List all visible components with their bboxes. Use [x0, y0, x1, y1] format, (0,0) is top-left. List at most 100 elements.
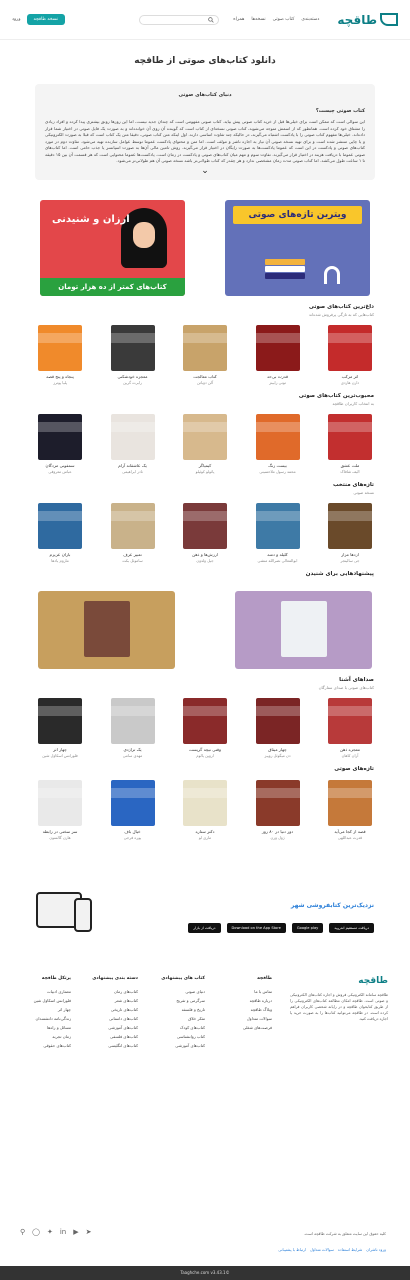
cheap-books-banner[interactable]: ارزان و شنیدنی کتاب‌های کمتر از ده هزار … — [40, 199, 185, 296]
book-card[interactable]: یک عاشقانه آرام نادر ابراهیمی — [109, 413, 157, 474]
footer-link[interactable]: کتاب‌های حقوقی — [22, 1043, 71, 1048]
footer-logo[interactable]: طاقچه — [290, 976, 388, 986]
footer-link[interactable]: وبلاگ طاقچه — [223, 1007, 272, 1012]
book-author: رابرت گرین — [123, 379, 142, 385]
store-button-bazaar[interactable]: دریافت از بازار — [188, 922, 221, 933]
login-link[interactable]: ورود — [12, 17, 21, 22]
book-card[interactable]: چهار اثر فلورانس اسکاول شین — [36, 697, 84, 758]
site-logo[interactable]: طاقچه — [337, 13, 398, 27]
chevron-down-icon[interactable]: ⌄ — [45, 165, 365, 176]
footer-link[interactable]: چهار اثر — [22, 1007, 71, 1012]
youtube-icon[interactable]: ▶ — [73, 1228, 78, 1236]
book-card[interactable]: قصه از کجا می‌آید قدرت عبداللهی — [326, 779, 374, 840]
book-card[interactable]: پنجاه و پنج قصه پلیا پوترز — [36, 324, 84, 385]
footer-link[interactable]: کتاب‌های تاریخی — [89, 1007, 138, 1012]
book-card[interactable]: کیمیاگر پائولو کوئیلو — [181, 413, 229, 474]
book-card[interactable]: ملت عشق الیف شافاک — [326, 413, 374, 474]
nav-item-versions[interactable]: نسخه‌ها — [251, 17, 265, 22]
footer-link[interactable]: سوالات متداول — [310, 1247, 334, 1252]
book-card[interactable]: وقتی نیچه گریست اروین یالوم — [181, 697, 229, 758]
book-card[interactable]: یک تراژدی مهدی سامی — [109, 697, 157, 758]
footer-link[interactable]: فرصت‌های شغلی — [223, 1025, 272, 1030]
footer-link[interactable]: ورود ناشران — [366, 1247, 386, 1252]
footer-link[interactable]: ارتباط با پشتیبانی — [278, 1247, 306, 1252]
cover-decoration — [328, 421, 372, 432]
footer-link[interactable]: کتاب‌های فلسفی — [89, 1034, 138, 1039]
book-card[interactable]: بیست زنگ محمد رسول ملاحسینی — [254, 413, 302, 474]
footer-link[interactable]: سوالات متداول — [223, 1016, 272, 1021]
store-button-appstore[interactable]: Download on the App Store — [226, 922, 286, 933]
footer-link[interactable]: درباره طاقچه — [223, 998, 272, 1003]
book-card[interactable]: خیال باف پوره فرجی — [109, 779, 157, 840]
cover-decoration — [328, 332, 372, 343]
cover-decoration — [255, 787, 300, 798]
book-author: پوره فرجی — [123, 834, 142, 840]
suggestion-card[interactable] — [38, 590, 175, 669]
nav-item-audiobooks[interactable]: کتاب صوتی — [273, 17, 295, 22]
instagram-icon[interactable]: ◯ — [32, 1228, 40, 1236]
linkedin-icon[interactable]: in — [60, 1228, 66, 1236]
footer-link[interactable]: کتاب‌های رمان — [89, 989, 138, 994]
nav-item-categories[interactable]: دسته‌بندی — [301, 17, 319, 22]
footer-link[interactable]: کتاب‌های شعر — [89, 998, 138, 1003]
book-card[interactable]: دور دنیا در ۸۰ روز ژول ورن — [254, 779, 302, 840]
page-root: طاقچه دسته‌بندی کتاب صوتی نسخه‌ها همراه … — [0, 0, 410, 1280]
book-card[interactable]: معجزه خودشکنی رابرت گرین — [109, 324, 157, 385]
book-card[interactable]: باران عزیزم ماروم یادها — [36, 502, 84, 563]
section-title[interactable]: محبوب‌ترین کتاب‌های صوتی — [36, 393, 374, 399]
book-author: پائولو کوئیلو — [195, 468, 215, 474]
book-cover — [110, 779, 155, 826]
footer-link[interactable]: تماس با ما — [223, 989, 272, 994]
footer-link[interactable]: کتاب‌های انگلیسی — [89, 1043, 138, 1048]
footer-link[interactable]: سرگرمی و تفریح — [156, 998, 205, 1003]
footer-link[interactable]: دنیای صوتی — [156, 989, 205, 994]
book-card[interactable]: ارزش‌ها و ذهن جیل ولدون — [181, 502, 229, 563]
book-title: باران عزیزم — [49, 551, 71, 557]
new-audio-banner[interactable]: ویترین تازه‌های صوتی — [225, 199, 370, 296]
book-author: ساموئل بکت — [122, 557, 143, 563]
twitter-icon[interactable]: ✦ — [47, 1228, 53, 1236]
footer-link[interactable]: شرایط استفاده — [338, 1247, 362, 1252]
get-app-button[interactable]: نسخه طاقچه — [26, 14, 65, 25]
nav-item-companion[interactable]: همراه — [233, 17, 244, 22]
book-card[interactable]: قدرت بی‌حد تونی رابینز — [254, 324, 302, 385]
footer-link[interactable]: کتاب‌های آموزشی — [156, 1043, 205, 1048]
footer-link[interactable]: کتاب‌های آموزشی — [89, 1025, 138, 1030]
book-card[interactable]: معجزه ذهن آران کاهان — [326, 697, 374, 758]
app-download: نزدیک‌ترین کتابفروشی شهر دریافت مستقیم ا… — [36, 884, 374, 940]
footer-link[interactable]: فلورانس اسکاول شین — [22, 998, 71, 1003]
book-card[interactable]: دکتر ستاره ماری لو — [181, 779, 229, 840]
intro-body: این سوالی است که ممکن است برای خیلی‌ها ق… — [45, 119, 366, 163]
book-card[interactable]: کلیله و دمنه ابوالمعالی نصرالله منشی — [254, 502, 302, 563]
store-button-direct[interactable]: دریافت مستقیم اندروید — [329, 922, 374, 933]
book-card[interactable]: اثر مرکب دارن هاردی — [326, 324, 374, 385]
footer-link[interactable]: کتاب روانشناسی — [156, 1034, 205, 1039]
footer-link[interactable]: کتاب‌های داستانی — [89, 1016, 138, 1021]
book-card[interactable]: سمفونی مردگان عباس معروفی — [36, 413, 84, 474]
footer-link[interactable]: تفکر خلاق — [156, 1016, 205, 1021]
search-input[interactable] — [139, 14, 220, 25]
book-sections-top: داغ‌ترین کتاب‌های صوتی کتاب‌هایی که به تا… — [0, 304, 410, 563]
telegram-icon[interactable]: ➤ — [86, 1228, 92, 1236]
cover-decoration — [183, 510, 227, 521]
book-card[interactable]: کتاب معالجت آلن دوباتن — [181, 324, 229, 385]
location-icon[interactable]: ⚲ — [20, 1228, 25, 1236]
footer-link[interactable]: تاریخ و فلسفه — [156, 1007, 205, 1012]
section-title[interactable]: داغ‌ترین کتاب‌های صوتی — [36, 304, 374, 310]
store-button-google[interactable]: Google play — [291, 922, 324, 933]
book-title: بیست زنگ — [268, 462, 287, 468]
section-title[interactable]: تازه‌های صوتی — [36, 766, 374, 772]
book-card[interactable]: چهار میثاق دن میگوئل روییز — [254, 697, 302, 758]
cover-decoration — [38, 510, 82, 521]
section-title[interactable]: صداهای آشنا — [36, 677, 374, 683]
footer-link[interactable]: معماری ادبیات — [22, 989, 71, 994]
footer-link[interactable]: زمان تجربه — [22, 1034, 71, 1039]
footer-link[interactable]: زندگی‌نامه دانشمندان — [22, 1016, 71, 1021]
book-card[interactable]: ازدها مزار جی سالینجر — [326, 502, 374, 563]
footer-link[interactable]: کتاب‌های کودک — [156, 1025, 205, 1030]
book-card[interactable]: سر سختی در رابطه هارن گالسون — [36, 779, 84, 840]
section-title[interactable]: تازه‌های منتخب — [36, 482, 374, 488]
book-card[interactable]: تعبیر عرف ساموئل بکت — [109, 502, 157, 563]
suggestion-card[interactable] — [235, 590, 372, 669]
footer-link[interactable]: مسائل و راه‌ها — [22, 1025, 71, 1030]
